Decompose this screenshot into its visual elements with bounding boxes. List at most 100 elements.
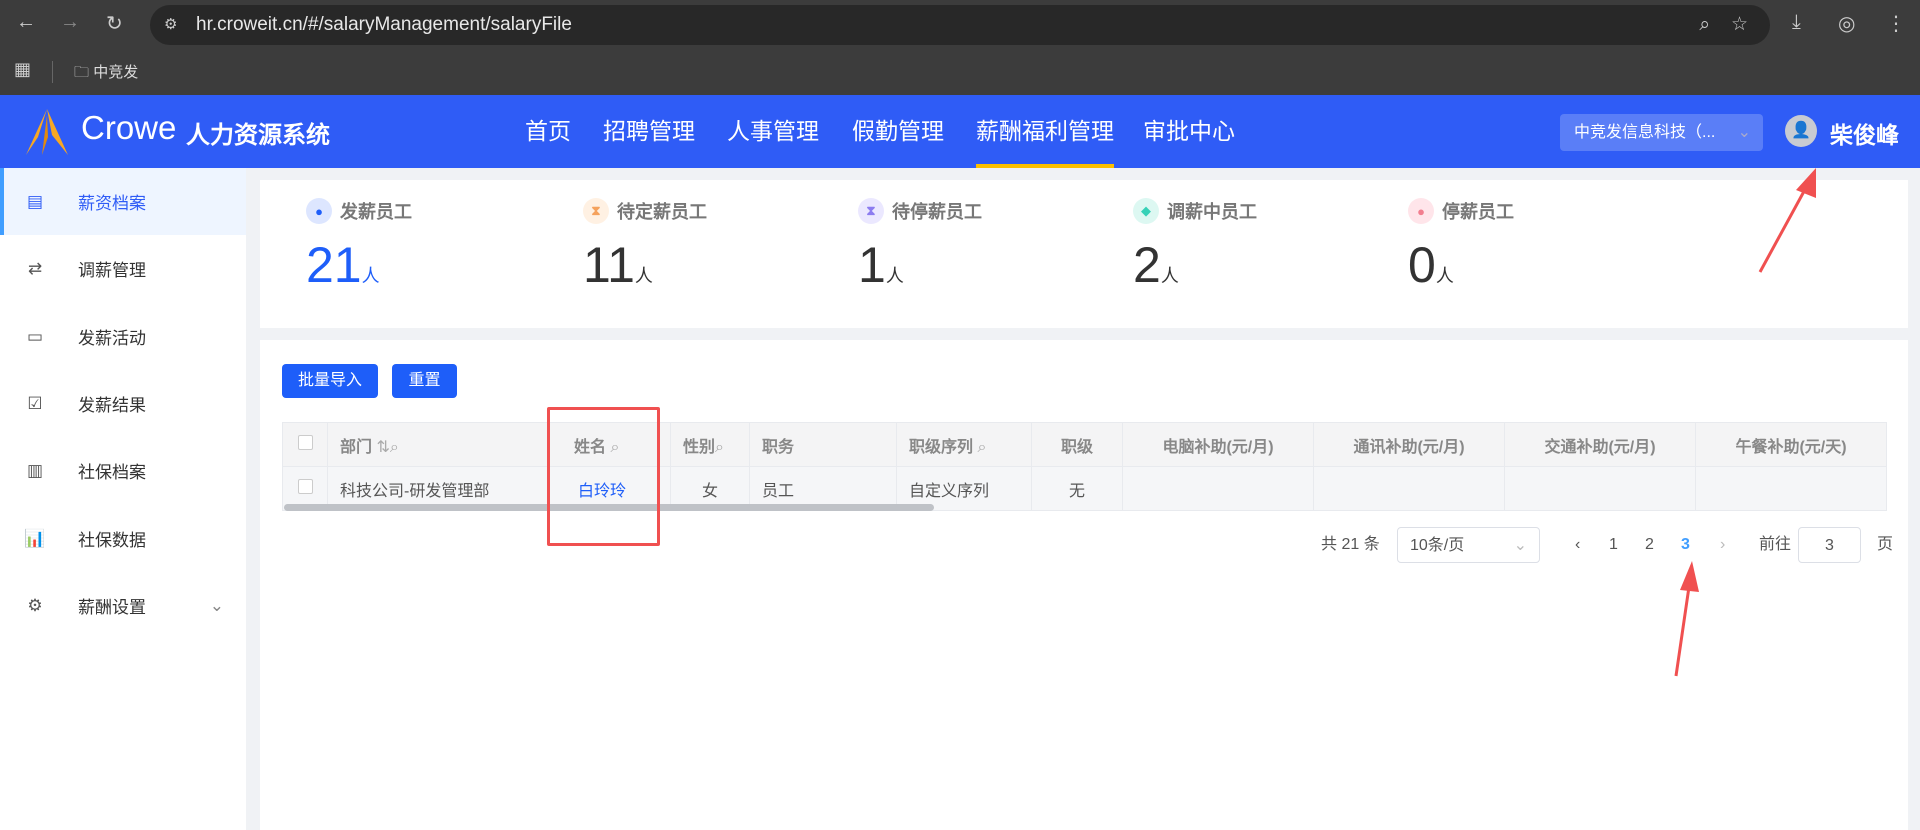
sidebar-item-social-security-file[interactable]: ▥ 社保档案: [0, 437, 246, 504]
clipboard-check-icon: ☑: [27, 393, 43, 413]
table-card: 批量导入 重置 部门 ⇅⌕ 姓名 ⌕ 性别⌕ 职务 职级序列 ⌕ 职级 电脑补助…: [260, 340, 1908, 830]
sidebar-item-payroll-result[interactable]: ☑ 发薪结果: [0, 370, 246, 437]
col-rank-sequence[interactable]: 职级序列 ⌕: [896, 422, 1032, 467]
bookmark-folder[interactable]: 🗀 中竞发: [74, 61, 138, 87]
sidebar-item-label: 薪资档案: [78, 194, 146, 213]
company-select[interactable]: 中竞发信息科技（... ⌄: [1560, 114, 1763, 151]
hourglass-icon: ⧗: [583, 198, 609, 224]
reload-icon[interactable]: ↻: [106, 11, 123, 36]
nav-salary-welfare[interactable]: 薪酬福利管理: [976, 95, 1114, 168]
page-size-value: 10条/页: [1410, 537, 1465, 554]
medal-icon: ●: [306, 198, 332, 224]
col-communication-allowance: 通讯补助(元/月): [1313, 422, 1505, 467]
forward-icon[interactable]: →: [60, 11, 80, 34]
clipboard-icon: ▭: [26, 326, 44, 346]
address-bar[interactable]: ⚙ hr.croweit.cn/#/salaryManagement/salar…: [150, 5, 1770, 45]
search-icon[interactable]: ⌕: [715, 439, 724, 456]
prev-page-icon[interactable]: ‹: [1575, 527, 1580, 563]
browser-toolbar: ← → ↻ ⚙ hr.croweit.cn/#/salaryManagement…: [0, 0, 1920, 49]
system-name: 人力资源系统: [186, 122, 330, 149]
stat-value: 1: [858, 237, 886, 293]
sort-icon[interactable]: ⇅⌕: [376, 439, 398, 456]
user-name[interactable]: 柴俊峰: [1830, 116, 1899, 150]
stat-paid: ● 发薪员工 21人: [306, 198, 412, 294]
col-computer-allowance: 电脑补助(元/月): [1122, 422, 1314, 467]
goto-page-input[interactable]: 3: [1798, 527, 1861, 563]
stat-unit: 人: [1160, 266, 1179, 286]
profile-icon[interactable]: ◎: [1838, 11, 1855, 36]
page-size-select[interactable]: 10条/页 ⌄: [1397, 527, 1540, 563]
nav-approval[interactable]: 审批中心: [1143, 95, 1235, 168]
total-count: 共 21 条: [1321, 536, 1380, 553]
sidebar-item-salary-file[interactable]: ▤ 薪资档案: [0, 168, 246, 235]
chevron-down-icon: ⌄: [1737, 124, 1751, 141]
crowe-logo-icon: [26, 109, 68, 155]
company-name: 中竞发信息科技（...: [1574, 124, 1716, 141]
stat-to-stop: ⧗ 待停薪员工 1人: [858, 198, 982, 294]
stat-unit: 人: [361, 266, 380, 286]
reset-button[interactable]: 重置: [392, 364, 457, 398]
stats-panel: ● 发薪员工 21人 ⧗ 待定薪员工 11人 ⧗ 待停薪员工 1人 ◆ 调薪中员工 2人 ● 停薪…: [260, 180, 1908, 328]
divider: [52, 61, 53, 83]
goto-label: 前往: [1759, 536, 1792, 553]
header-label: 部门: [340, 438, 373, 456]
menu-icon[interactable]: ⋮: [1886, 11, 1906, 36]
page-2[interactable]: 2: [1645, 527, 1654, 563]
sidebar-item-salary-adjust[interactable]: ⇄ 调薪管理: [0, 235, 246, 302]
apps-icon[interactable]: ▦: [14, 59, 31, 80]
avatar[interactable]: 👤: [1785, 115, 1817, 147]
batch-import-button[interactable]: 批量导入: [282, 364, 378, 398]
stat-value: 21: [306, 237, 362, 293]
nav-attendance[interactable]: 假勤管理: [852, 95, 944, 168]
col-rank: 职级: [1031, 422, 1123, 467]
nav-personnel[interactable]: 人事管理: [727, 95, 819, 168]
salary-table: 部门 ⇅⌕ 姓名 ⌕ 性别⌕ 职务 职级序列 ⌕ 职级 电脑补助(元/月) 通讯…: [282, 422, 1887, 511]
nav-home[interactable]: 首页: [525, 95, 571, 168]
cell-computer-allowance: [1122, 466, 1314, 511]
stat-value: 0: [1408, 237, 1436, 293]
cell-transport-allowance: [1504, 466, 1696, 511]
stat-value: 2: [1133, 237, 1161, 293]
stat-pending: ⧗ 待定薪员工 11人: [583, 198, 707, 294]
next-page-icon[interactable]: ›: [1720, 527, 1725, 563]
nav-recruitment[interactable]: 招聘管理: [603, 95, 695, 168]
download-icon[interactable]: ⤓: [1792, 11, 1801, 34]
exchange-icon: ⇄: [27, 258, 43, 278]
chevron-down-icon: ⌄: [1513, 537, 1527, 554]
back-icon[interactable]: ←: [16, 11, 36, 34]
stat-label: 待停薪员工: [892, 202, 982, 222]
sidebar: ▤ 薪资档案 ⇄ 调薪管理 ▭ 发薪活动 ☑ 发薪结果 ▥ 社保档案 📊 社保数据 ⚙ 薪酬设…: [0, 168, 246, 830]
adjust-icon: ◆: [1133, 198, 1159, 224]
folder-icon: 🗀: [74, 64, 90, 81]
highlight-box-annotation: [547, 407, 660, 546]
sidebar-item-label: 发薪结果: [78, 396, 146, 415]
sidebar-item-payroll-activity[interactable]: ▭ 发薪活动: [0, 303, 246, 370]
page-1[interactable]: 1: [1609, 527, 1618, 563]
select-all-checkbox[interactable]: [297, 434, 313, 450]
sidebar-item-label: 调薪管理: [78, 261, 146, 280]
sidebar-item-label: 社保数据: [78, 531, 146, 550]
col-position: 职务: [749, 422, 897, 467]
stat-label: 停薪员工: [1442, 202, 1514, 222]
page-3-current[interactable]: 3: [1681, 527, 1690, 563]
search-icon[interactable]: ⌕: [977, 439, 986, 456]
sidebar-item-salary-settings[interactable]: ⚙ 薪酬设置 ⌄: [0, 572, 246, 639]
header-label: 职级序列: [909, 438, 974, 456]
gear-icon: ⚙: [27, 595, 43, 615]
col-department[interactable]: 部门 ⇅⌕: [327, 422, 548, 467]
url-text: hr.croweit.cn/#/salaryManagement/salaryF…: [196, 14, 572, 35]
zoom-icon[interactable]: ⌕: [1699, 5, 1710, 45]
stat-label: 发薪员工: [340, 202, 412, 222]
cell-lunch-allowance: [1695, 466, 1887, 511]
sidebar-item-social-security-data[interactable]: 📊 社保数据: [0, 505, 246, 572]
sidebar-item-label: 发薪活动: [78, 329, 146, 348]
cell-communication-allowance: [1313, 466, 1505, 511]
stat-unit: 人: [634, 266, 653, 286]
col-gender[interactable]: 性别⌕: [670, 422, 750, 467]
table-header-row: 部门 ⇅⌕ 姓名 ⌕ 性别⌕ 职务 职级序列 ⌕ 职级 电脑补助(元/月) 通讯…: [282, 422, 1887, 467]
star-icon[interactable]: ☆: [1731, 5, 1748, 45]
row-checkbox[interactable]: [297, 478, 313, 494]
files-icon: ▥: [26, 460, 44, 480]
header-label: 性别: [683, 438, 716, 456]
site-settings-icon[interactable]: ⚙: [164, 5, 177, 45]
